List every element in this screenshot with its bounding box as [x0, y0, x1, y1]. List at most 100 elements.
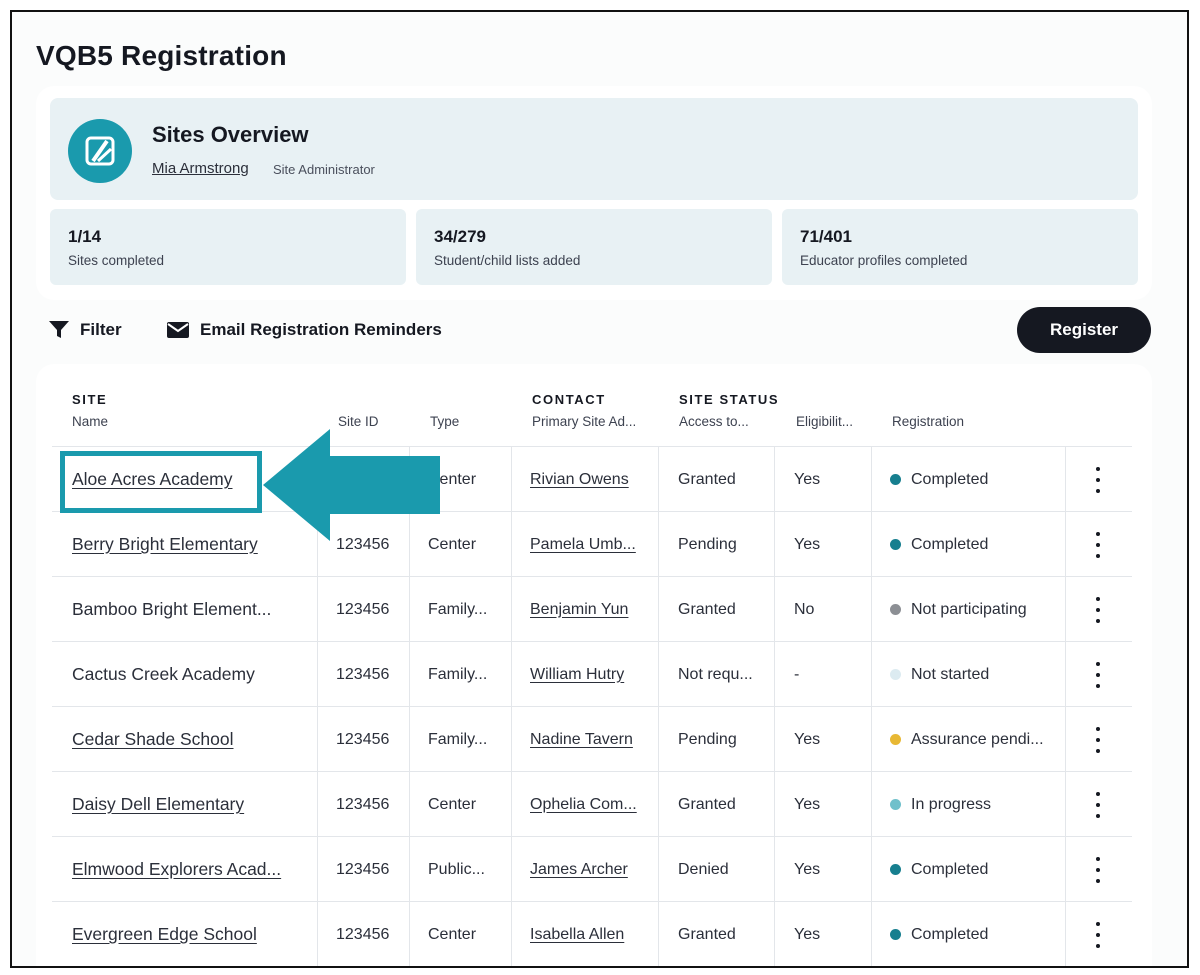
- column-divider: [511, 837, 512, 902]
- contact-link[interactable]: Benjamin Yun: [530, 577, 628, 642]
- more-options-icon[interactable]: [1094, 467, 1102, 493]
- column-header-name[interactable]: Name: [72, 414, 108, 429]
- column-divider: [658, 837, 659, 902]
- site-name-link[interactable]: Berry Bright Elementary: [72, 512, 258, 577]
- table-row[interactable]: Daisy Dell Elementary 123456 Center Ophelia…: [52, 771, 1132, 837]
- table-row[interactable]: Elmwood Explorers Acad... 123456 Public...…: [52, 836, 1132, 902]
- contact-link[interactable]: Nadine Tavern: [530, 707, 633, 772]
- column-divider: [317, 772, 318, 837]
- table-row[interactable]: Cactus Creek Academy 123456 Family... Willi…: [52, 641, 1132, 707]
- registration-label: In progress: [911, 795, 992, 813]
- registration-label: Completed: [911, 860, 989, 878]
- table-row[interactable]: Cedar Shade School 123456 Family... Nadine …: [52, 706, 1132, 772]
- registration-status: Completed: [890, 837, 988, 902]
- column-divider: [871, 447, 872, 512]
- column-divider: [1065, 577, 1066, 642]
- contact-link[interactable]: Rivian Owens: [530, 447, 629, 512]
- more-options-icon[interactable]: [1094, 727, 1102, 753]
- more-options-icon[interactable]: [1094, 922, 1102, 948]
- registration-status: Completed: [890, 902, 989, 966]
- registration-status: In progress: [890, 772, 991, 837]
- sites-overview-card: Sites Overview Mia Armstrong Site Admini…: [36, 86, 1152, 300]
- column-header-primary-contact[interactable]: Primary Site Ad...: [532, 414, 636, 429]
- column-divider: [774, 772, 775, 837]
- contact-link[interactable]: William Hutry: [530, 642, 624, 707]
- envelope-icon: [167, 322, 189, 338]
- column-header-access[interactable]: Access to...: [679, 414, 749, 429]
- site-name-link[interactable]: Cedar Shade School: [72, 707, 234, 772]
- site-id: 123456: [336, 925, 390, 943]
- stat-student-lists: 34/279 Student/child lists added: [416, 209, 772, 285]
- filter-button[interactable]: Filter: [48, 320, 122, 340]
- contact-link[interactable]: James Archer: [530, 837, 628, 902]
- access-status: Pending: [678, 535, 737, 553]
- more-options-icon[interactable]: [1094, 857, 1102, 883]
- more-options-icon[interactable]: [1094, 532, 1102, 558]
- column-divider: [871, 837, 872, 902]
- site-type: Center: [428, 795, 477, 813]
- email-reminders-button[interactable]: Email Registration Reminders: [166, 320, 442, 340]
- column-divider: [1065, 707, 1066, 772]
- column-divider: [1065, 837, 1066, 902]
- status-dot: [890, 799, 901, 810]
- column-divider: [317, 837, 318, 902]
- column-divider: [871, 577, 872, 642]
- stat-label: Educator profiles completed: [800, 253, 968, 268]
- more-options-icon[interactable]: [1094, 597, 1102, 623]
- column-header-type[interactable]: Type: [430, 414, 459, 429]
- site-id: 123456: [336, 730, 390, 748]
- table-row[interactable]: Berry Bright Elementary 123456 Center Pamel…: [52, 511, 1132, 577]
- contact-link[interactable]: Ophelia Com...: [530, 772, 637, 837]
- table-row[interactable]: Evergreen Edge School 123456 Center Isabell…: [52, 901, 1132, 966]
- registration-label: Not started: [911, 665, 990, 683]
- site-name-link[interactable]: Bamboo Bright Element...: [72, 577, 271, 642]
- column-header-eligibility[interactable]: Eligibilit...: [796, 414, 853, 429]
- site-name-link[interactable]: Evergreen Edge School: [72, 902, 257, 966]
- column-divider: [774, 512, 775, 577]
- overview-title: Sites Overview: [152, 122, 309, 147]
- group-header-site-status: SITE STATUS: [679, 392, 780, 407]
- column-divider: [1065, 642, 1066, 707]
- column-divider: [511, 902, 512, 966]
- column-divider: [1065, 447, 1066, 512]
- access-status: Granted: [678, 600, 736, 618]
- site-name-link[interactable]: Elmwood Explorers Acad...: [72, 837, 281, 902]
- email-reminders-label: Email Registration Reminders: [200, 320, 442, 339]
- eligibility-status: Yes: [794, 535, 821, 553]
- column-divider: [774, 837, 775, 902]
- filter-label: Filter: [80, 320, 122, 339]
- stat-sites-completed: 1/14 Sites completed: [50, 209, 406, 285]
- status-dot: [890, 669, 901, 680]
- site-name-link[interactable]: Daisy Dell Elementary: [72, 772, 244, 837]
- contact-link[interactable]: Pamela Umb...: [530, 512, 636, 577]
- column-header-site-id[interactable]: Site ID: [338, 414, 379, 429]
- status-dot: [890, 734, 901, 745]
- column-divider: [511, 772, 512, 837]
- more-options-icon[interactable]: [1094, 792, 1102, 818]
- registration-label: Completed: [911, 535, 989, 553]
- registration-label: Completed: [911, 925, 989, 943]
- registration-label: Not participating: [911, 600, 1027, 618]
- column-divider: [871, 707, 872, 772]
- column-divider: [871, 512, 872, 577]
- status-dot: [890, 604, 901, 615]
- registration-status: Not started: [890, 642, 989, 707]
- site-name-link[interactable]: Cactus Creek Academy: [72, 642, 255, 707]
- eligibility-status: No: [794, 600, 815, 618]
- column-divider: [1065, 772, 1066, 837]
- table-row[interactable]: Bamboo Bright Element... 123456 Family... B…: [52, 576, 1132, 642]
- column-divider: [317, 577, 318, 642]
- column-divider: [409, 577, 410, 642]
- stat-label: Sites completed: [68, 253, 165, 268]
- stat-value: 1/14: [68, 227, 102, 246]
- register-button[interactable]: Register: [1017, 307, 1151, 353]
- pointer-arrow-icon: [263, 429, 440, 541]
- contact-link[interactable]: Isabella Allen: [530, 902, 624, 966]
- access-status: Pending: [678, 730, 737, 748]
- user-name-link[interactable]: Mia Armstrong: [152, 160, 249, 177]
- eligibility-status: Yes: [794, 730, 821, 748]
- column-divider: [774, 447, 775, 512]
- more-options-icon[interactable]: [1094, 662, 1102, 688]
- column-divider: [871, 772, 872, 837]
- column-header-registration[interactable]: Registration: [892, 414, 964, 429]
